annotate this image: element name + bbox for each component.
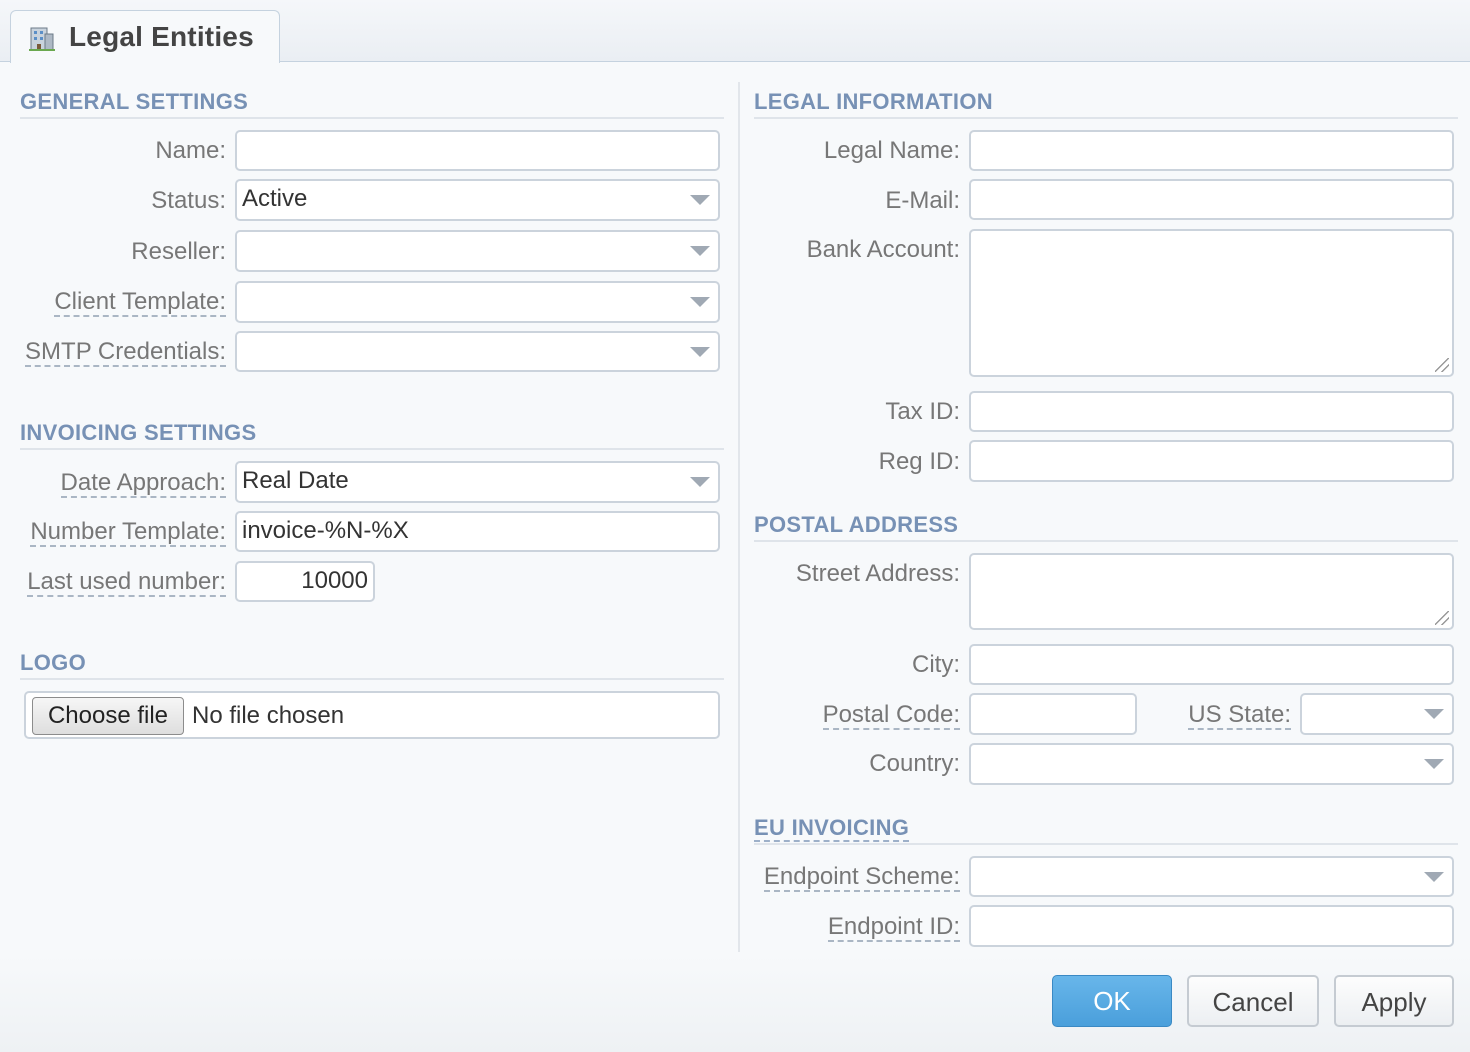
chevron-down-icon [1424,759,1444,769]
eu-invoicing-rule [754,843,1458,845]
client-template-label: Client Template: [54,288,226,317]
country-label: Country: [869,750,960,777]
chevron-down-icon [690,195,710,205]
email-input[interactable] [969,179,1454,220]
chevron-down-icon [690,477,710,487]
tab-title: Legal Entities [69,21,254,52]
endpoint-id-label: Endpoint ID: [827,913,960,942]
bank-account-textarea[interactable] [969,229,1454,377]
street-address-textarea[interactable] [969,553,1454,630]
invoicing-settings-rule [20,448,724,450]
endpoint-scheme-select[interactable] [969,856,1454,897]
chevron-down-icon [690,246,710,256]
invoicing-settings-title: INVOICING SETTINGS [20,420,257,445]
us-state-select[interactable] [1300,693,1454,735]
number-template-label: Number Template: [30,518,226,547]
smtp-credentials-select[interactable] [235,331,720,372]
status-value: Active [242,185,308,212]
tax-id-label: Tax ID: [885,398,960,425]
chevron-down-icon [690,346,710,357]
resize-handle-icon[interactable] [1435,611,1449,625]
city-label: City: [912,651,960,678]
tab-legal-entities[interactable]: Legal Entities [10,10,280,63]
status-select[interactable]: Active [235,179,720,221]
ok-button[interactable]: OK [1052,975,1172,1027]
choose-file-button[interactable]: Choose file [32,697,184,735]
name-input[interactable] [235,130,720,171]
postal-address-rule [754,540,1458,542]
cancel-button[interactable]: Cancel [1187,975,1319,1027]
status-label: Status: [151,187,226,214]
legal-name-input[interactable] [969,130,1454,171]
logo-title: LOGO [20,650,86,675]
general-settings-title: GENERAL SETTINGS [20,89,249,114]
smtp-credentials-label: SMTP Credentials: [25,338,226,367]
name-label: Name: [155,137,226,164]
last-used-number-label: Last used number: [27,568,226,597]
postal-code-label: Postal Code: [822,701,960,730]
last-used-number-input[interactable]: 10000 [235,561,375,602]
legal-name-label: Legal Name: [823,137,960,164]
eu-invoicing-title: EU INVOICING [754,815,910,842]
reg-id-label: Reg ID: [878,448,960,475]
bank-account-label: Bank Account: [806,236,960,263]
file-status: No file chosen [192,702,345,729]
legal-information-title: LEGAL INFORMATION [754,89,993,114]
tax-id-input[interactable] [969,391,1454,432]
number-template-input[interactable]: invoice-%N-%X [235,511,720,552]
reseller-select[interactable] [235,230,720,272]
column-separator [738,82,740,952]
legal-information-rule [754,117,1458,119]
endpoint-id-input[interactable] [969,905,1454,947]
building-icon [29,27,55,51]
reg-id-input[interactable] [969,440,1454,482]
general-settings-rule [20,117,724,119]
city-input[interactable] [969,644,1454,685]
apply-button[interactable]: Apply [1334,975,1454,1027]
chevron-down-icon [1424,871,1444,882]
tab-bar: Legal Entities [0,0,1470,63]
logo-rule [20,678,724,680]
date-approach-select[interactable]: Real Date [235,461,720,503]
date-approach-label: Date Approach: [60,469,226,498]
logo-file-input[interactable]: Choose file No file chosen [24,691,720,739]
chevron-down-icon [690,297,710,307]
email-label: E-Mail: [885,187,960,214]
resize-handle-icon[interactable] [1435,358,1449,372]
us-state-label: US State: [1188,701,1291,730]
postal-code-input[interactable] [969,693,1137,735]
client-template-select[interactable] [235,281,720,323]
country-select[interactable] [969,743,1454,785]
chevron-down-icon [1424,709,1444,719]
endpoint-scheme-label: Endpoint Scheme: [763,863,960,892]
reseller-label: Reseller: [131,238,226,265]
postal-address-title: POSTAL ADDRESS [754,512,959,537]
date-approach-value: Real Date [242,467,349,494]
street-address-label: Street Address: [795,560,960,587]
